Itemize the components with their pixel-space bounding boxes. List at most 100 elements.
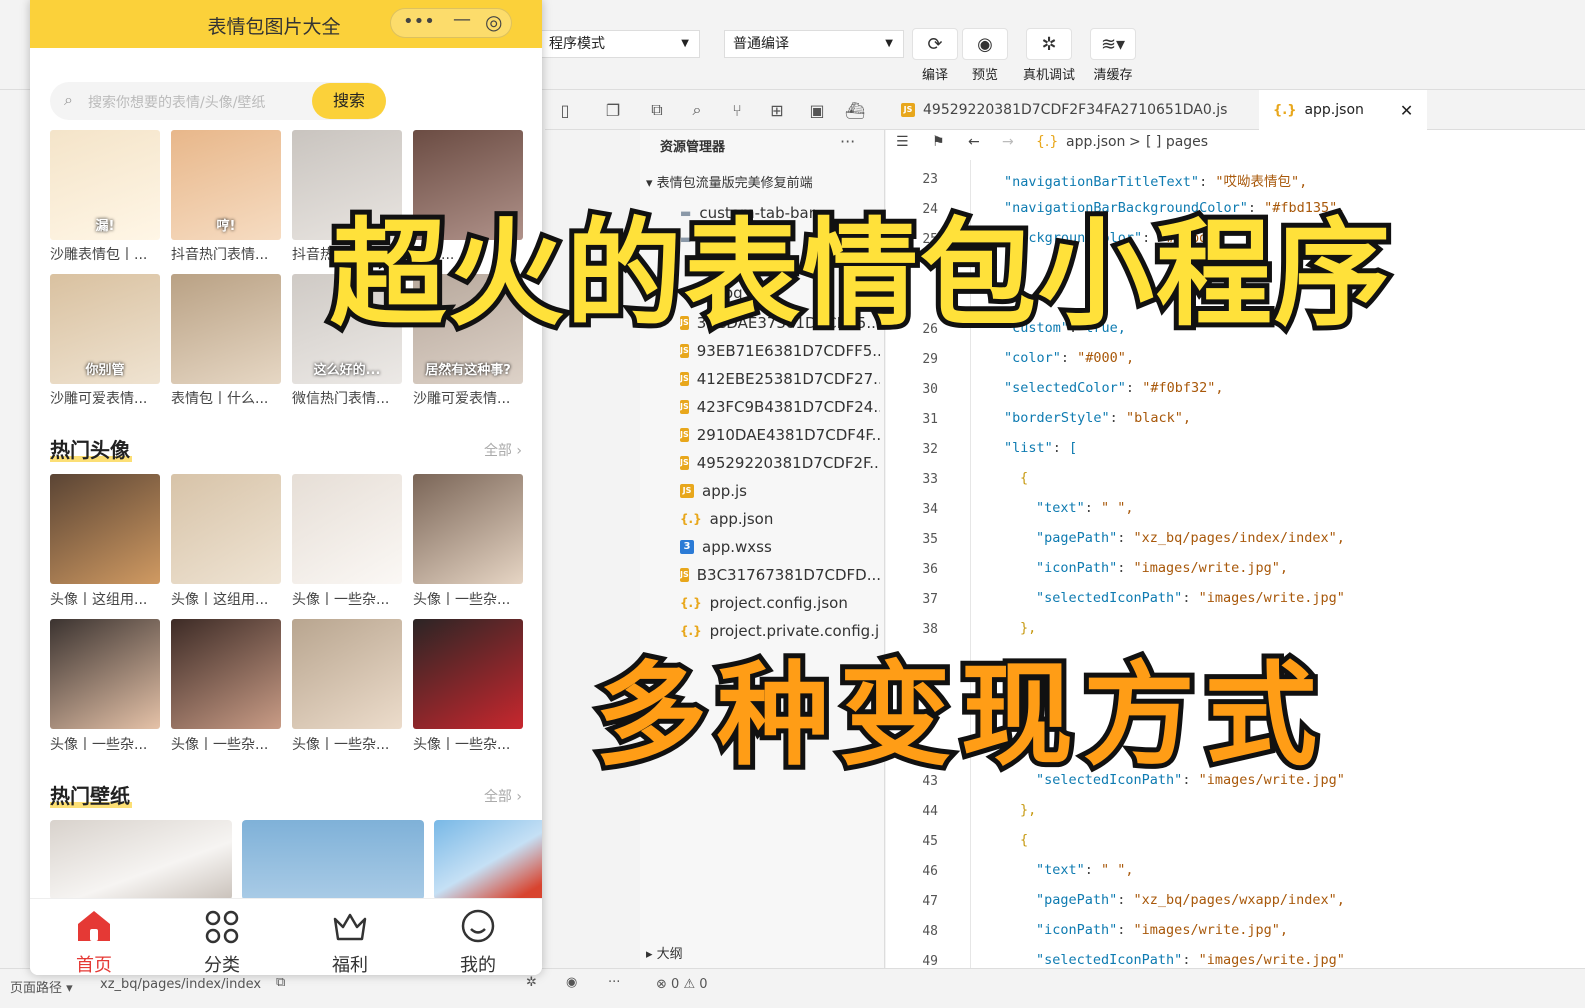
back-arrow-icon[interactable]: ← — [968, 134, 980, 150]
wallpaper-more-link[interactable]: 全部 › — [484, 786, 522, 806]
code-token: : — [1109, 410, 1126, 426]
remote-debug-button[interactable]: ✲ — [1026, 28, 1072, 60]
compile-button[interactable]: ⟳ — [912, 28, 958, 60]
line-number: 30 — [922, 382, 938, 397]
code-line: "selectedIconPath": "images/write.jpg" — [1036, 590, 1345, 606]
breadcrumb-node[interactable]: [ ] pages — [1146, 134, 1208, 150]
bookmark-icon[interactable]: ⚑ — [932, 134, 945, 150]
line-number: 33 — [922, 472, 938, 487]
warning-icon: ⚠ — [683, 977, 700, 992]
wallpaper-thumbnail[interactable] — [434, 820, 542, 900]
file-item[interactable]: JS B3C31767381D7CDFD... — [680, 562, 880, 588]
problems-indicator[interactable]: ⊗ 0 ⚠ 0 — [656, 977, 708, 992]
eye-icon[interactable]: ◉ — [566, 975, 577, 990]
avatar-thumbnail[interactable] — [413, 474, 523, 584]
copy-icon[interactable]: ⧉ — [276, 975, 285, 990]
avatar-thumbnail[interactable] — [292, 619, 402, 729]
file-item[interactable]: 3 app.wxss — [680, 534, 880, 560]
compile-select[interactable]: 普通编译 ▼ — [724, 30, 904, 58]
code-line: "pagePath": "xz_bq/pages/wxapp/index", — [1036, 892, 1345, 908]
wallpaper-thumbnail[interactable] — [242, 820, 424, 900]
code-token: : — [1117, 530, 1134, 546]
line-number: 35 — [922, 532, 938, 547]
code-token: "text" — [1036, 500, 1085, 516]
more-dots-icon[interactable]: ••• — [403, 11, 435, 32]
avatar-caption: 头像丨一些杂... — [413, 737, 511, 753]
window-icon[interactable]: ❐ — [601, 98, 625, 122]
file-item[interactable]: {.} project.config.json — [680, 590, 880, 616]
breadcrumb-separator: > — [1129, 134, 1141, 150]
avatar-thumbnail[interactable] — [50, 474, 160, 584]
search-icon[interactable]: ⌕ — [685, 98, 709, 122]
file-item[interactable]: JS 423FC9B4381D7CDF24... — [680, 394, 880, 420]
emoji-caption: 沙雕可爱表情... — [413, 391, 511, 407]
close-icon[interactable]: ✕ — [1400, 101, 1413, 120]
avatar-thumbnail[interactable] — [413, 619, 523, 729]
headline-overlay: 超火的表情包小程序 — [325, 202, 1395, 347]
avatar-thumbnail[interactable] — [171, 619, 281, 729]
js-file-icon: JS — [680, 568, 689, 582]
file-item[interactable]: {.} app.json — [680, 506, 880, 532]
avatar-thumbnail[interactable] — [292, 474, 402, 584]
search-button[interactable]: 搜索 — [312, 83, 386, 119]
code-line: "color": "#000", — [1004, 350, 1134, 366]
avatar-thumbnail[interactable] — [171, 474, 281, 584]
remote-debug-label: 真机调试 — [1022, 68, 1075, 83]
tab-welfare[interactable]: 福利 — [286, 899, 414, 975]
wallpaper-thumbnail[interactable] — [50, 820, 232, 900]
list-icon[interactable]: ☰ — [896, 134, 909, 150]
code-token: "black", — [1125, 410, 1191, 426]
code-token: " ", — [1101, 500, 1134, 516]
tab-js-file[interactable]: JS 49529220381D7CDF2F34FA2710651DA0.js — [887, 90, 1241, 130]
code-line: "borderStyle": "black", — [1004, 410, 1191, 426]
file-item[interactable]: JS app.js — [680, 478, 880, 504]
code-token: : — [1182, 590, 1199, 606]
code-line: "text": " ", — [1036, 862, 1134, 878]
line-number: 49 — [922, 954, 938, 969]
emoji-thumbnail[interactable] — [171, 274, 281, 384]
copy-icon[interactable]: ⧉ — [645, 98, 669, 122]
emoji-thumbnail[interactable]: 哼! — [171, 130, 281, 240]
tab-mine[interactable]: 我的 — [414, 899, 542, 975]
code-token: "selectedIconPath" — [1036, 590, 1183, 606]
close-target-icon[interactable]: ◎ — [485, 10, 502, 34]
minimize-icon[interactable]: — — [453, 9, 471, 30]
file-item[interactable]: JS 2910DAE4381D7CDF4F... — [680, 422, 880, 448]
forward-arrow-icon[interactable]: → — [1002, 134, 1014, 150]
json-file-icon: {.} — [680, 596, 702, 610]
page-path-label[interactable]: 页面路径 ▾ — [10, 977, 73, 996]
js-file-icon: JS — [901, 103, 915, 117]
code-line: { — [1020, 470, 1029, 486]
more-icon[interactable]: ··· — [608, 975, 620, 990]
more-icon[interactable]: ··· — [840, 132, 855, 151]
extensions-icon[interactable]: ⊞ — [765, 98, 789, 122]
avatar-caption: 头像丨一些杂... — [413, 592, 511, 608]
chevron-down-icon: ▼ — [885, 38, 893, 49]
avatar-more-link[interactable]: 全部 › — [484, 440, 522, 460]
json-file-icon: {.} — [1273, 102, 1297, 118]
phone-icon[interactable]: ▯ — [553, 98, 577, 122]
tab-app-json[interactable]: {.} app.json ✕ — [1259, 90, 1428, 130]
emoji-thumbnail[interactable]: 漏! — [50, 130, 160, 240]
bug-icon[interactable]: ✲ — [526, 975, 537, 990]
outline-panel[interactable]: ▸ 大纲 — [646, 943, 683, 962]
emoji-thumbnail[interactable]: 你别管 — [50, 274, 160, 384]
mode-select[interactable]: 程序模式 ▼ — [540, 30, 700, 58]
file-item[interactable]: JS 412EBE25381D7CDF27... — [680, 366, 880, 392]
code-token: "#000", — [1077, 350, 1135, 366]
docker-icon[interactable]: ⛴ — [843, 98, 867, 122]
code-token: "selectedColor" — [1004, 380, 1126, 396]
tab-category[interactable]: 分类 — [158, 899, 286, 975]
avatar-caption: 头像丨一些杂... — [292, 592, 390, 608]
grid-icon — [205, 910, 239, 944]
tab-home[interactable]: 首页 — [30, 899, 158, 975]
breadcrumb-file[interactable]: app.json — [1066, 134, 1125, 150]
preview-button[interactable]: ◉ — [962, 28, 1008, 60]
save-icon[interactable]: ▣ — [805, 98, 829, 122]
branch-icon[interactable]: ⑂ — [725, 98, 749, 122]
clear-cache-button[interactable]: ≋▾ — [1090, 28, 1136, 60]
tab-home-label: 首页 — [76, 955, 112, 975]
file-item[interactable]: JS 49529220381D7CDF2F... — [680, 450, 880, 476]
code-line: "text": " ", — [1036, 500, 1134, 516]
avatar-thumbnail[interactable] — [50, 619, 160, 729]
